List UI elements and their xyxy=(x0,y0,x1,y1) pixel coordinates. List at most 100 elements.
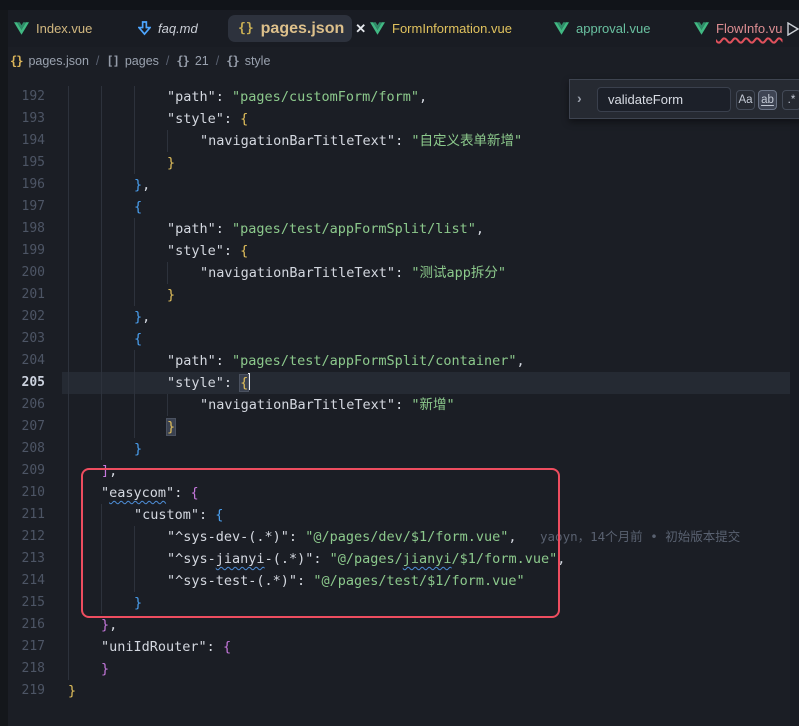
match-case-button[interactable]: Aa xyxy=(736,90,755,110)
indent-guide xyxy=(68,372,69,394)
code-line[interactable]: 204"path": "pages/test/appFormSplit/cont… xyxy=(0,350,799,372)
tab-label: faq.md xyxy=(158,21,198,36)
code-line[interactable]: 209], xyxy=(0,460,799,482)
tab-index-vue[interactable]: Index.vue xyxy=(14,10,92,47)
tab-flowinfo-vue[interactable]: FlowInfo.vu xyxy=(694,10,782,47)
code-text: "path": "pages/customForm/form", xyxy=(167,86,427,108)
code-text: }, xyxy=(134,174,150,196)
indent-guide xyxy=(68,394,69,416)
indent-guide xyxy=(101,218,102,240)
code-line[interactable]: 215} xyxy=(0,592,799,614)
indent-guide xyxy=(68,504,69,526)
code-line[interactable]: 210"easycom": { xyxy=(0,482,799,504)
indent-guide xyxy=(101,526,102,548)
indent-guide xyxy=(68,218,69,240)
code-text: }, xyxy=(134,306,150,328)
code-line[interactable]: 206"navigationBarTitleText": "新增" xyxy=(0,394,799,416)
code-line[interactable]: 211"custom": { xyxy=(0,504,799,526)
regex-button[interactable]: .* xyxy=(782,90,799,110)
tab-pages-json-active[interactable]: {} pages.json ✕ xyxy=(228,15,352,42)
indent-guide xyxy=(134,372,135,394)
code-line[interactable]: 213"^sys-jianyi-(.*)": "@/pages/jianyi/$… xyxy=(0,548,799,570)
indent-guide xyxy=(101,394,102,416)
indent-guide xyxy=(68,152,69,174)
indent-guide xyxy=(101,130,102,152)
indent-guide xyxy=(167,262,168,284)
json-file-icon: {} xyxy=(10,54,22,68)
indent-guide xyxy=(68,416,69,438)
code-text: "navigationBarTitleText": "测试app拆分" xyxy=(200,262,506,284)
code-line[interactable]: 212"^sys-dev-(.*)": "@/pages/dev/$1/form… xyxy=(0,526,799,548)
code-text: } xyxy=(134,592,142,614)
indent-guide xyxy=(68,328,69,350)
toggle-replace-chevron-icon[interactable]: › xyxy=(577,90,582,106)
tab-forminformation-vue[interactable]: FormInformation.vue xyxy=(370,10,512,47)
code-line[interactable]: 201} xyxy=(0,284,799,306)
indent-guide xyxy=(134,152,135,174)
indent-guide xyxy=(101,548,102,570)
indent-guide xyxy=(68,592,69,614)
code-line[interactable]: 194"navigationBarTitleText": "自定义表单新增" xyxy=(0,130,799,152)
indent-guide xyxy=(68,460,69,482)
indent-guide xyxy=(68,174,69,196)
whole-word-button[interactable]: ab xyxy=(758,90,777,110)
tab-label: pages.json xyxy=(261,20,345,38)
indent-guide xyxy=(101,438,102,460)
code-line[interactable]: 217"uniIdRouter": { xyxy=(0,636,799,658)
code-area[interactable]: 192"path": "pages/customForm/form",193"s… xyxy=(0,75,799,726)
indent-guide xyxy=(101,262,102,284)
code-line[interactable]: 195} xyxy=(0,152,799,174)
whole-word-icon: ab xyxy=(761,94,774,106)
array-symbol-icon: [] xyxy=(106,54,118,68)
breadcrumb-item-file[interactable]: pages.json xyxy=(28,54,88,68)
code-text: "path": "pages/test/appFormSplit/contain… xyxy=(167,350,525,372)
find-input[interactable] xyxy=(597,87,731,112)
breadcrumb-item-21[interactable]: 21 xyxy=(195,54,209,68)
breadcrumb-item-style[interactable]: style xyxy=(245,54,271,68)
code-text: "style": { xyxy=(167,372,250,394)
tab-approval-vue[interactable]: approval.vue xyxy=(554,10,650,47)
code-line[interactable]: 199"style": { xyxy=(0,240,799,262)
breadcrumb: {} pages.json / [] pages / {} 21 / {} st… xyxy=(0,47,799,75)
indent-guide xyxy=(134,350,135,372)
indent-guide xyxy=(101,416,102,438)
code-line[interactable]: 202}, xyxy=(0,306,799,328)
regex-icon: .* xyxy=(788,94,796,106)
indent-guide xyxy=(134,284,135,306)
window-top-strip xyxy=(0,0,799,10)
code-line[interactable]: 216}, xyxy=(0,614,799,636)
run-button[interactable] xyxy=(786,22,799,41)
tab-label: Index.vue xyxy=(36,21,92,36)
object-symbol-icon: {} xyxy=(226,54,238,68)
code-line[interactable]: 208} xyxy=(0,438,799,460)
code-line[interactable]: 205"style": { xyxy=(0,372,799,394)
editor-tab-bar: Index.vue faq.md {} pages.json ✕ FormInf… xyxy=(0,10,799,47)
code-line[interactable]: 207} xyxy=(0,416,799,438)
code-line[interactable]: 198"path": "pages/test/appFormSplit/list… xyxy=(0,218,799,240)
tab-faq-md[interactable]: faq.md xyxy=(138,10,198,47)
code-text: } xyxy=(167,284,175,306)
code-text: "style": { xyxy=(167,240,248,262)
vue-icon xyxy=(694,22,709,35)
indent-guide xyxy=(134,570,135,592)
code-line[interactable]: 203{ xyxy=(0,328,799,350)
indent-guide xyxy=(68,108,69,130)
indent-guide xyxy=(68,636,69,658)
run-triangle-icon xyxy=(786,22,799,36)
code-line[interactable]: 196}, xyxy=(0,174,799,196)
indent-guide xyxy=(101,350,102,372)
indent-guide xyxy=(68,548,69,570)
breadcrumb-item-pages[interactable]: pages xyxy=(125,54,159,68)
code-line[interactable]: 197{ xyxy=(0,196,799,218)
code-text: "style": { xyxy=(167,108,248,130)
code-text: "easycom": { xyxy=(101,482,199,504)
code-line[interactable]: 219} xyxy=(0,680,799,702)
code-text: }, xyxy=(101,614,117,636)
close-tab-icon[interactable]: ✕ xyxy=(355,21,366,37)
code-line[interactable]: 218} xyxy=(0,658,799,680)
code-text: "custom": { xyxy=(134,504,223,526)
indent-guide xyxy=(68,658,69,680)
code-line[interactable]: 200"navigationBarTitleText": "测试app拆分" xyxy=(0,262,799,284)
code-line[interactable]: 214"^sys-test-(.*)": "@/pages/test/$1/fo… xyxy=(0,570,799,592)
scrollbar-track[interactable] xyxy=(790,120,799,726)
